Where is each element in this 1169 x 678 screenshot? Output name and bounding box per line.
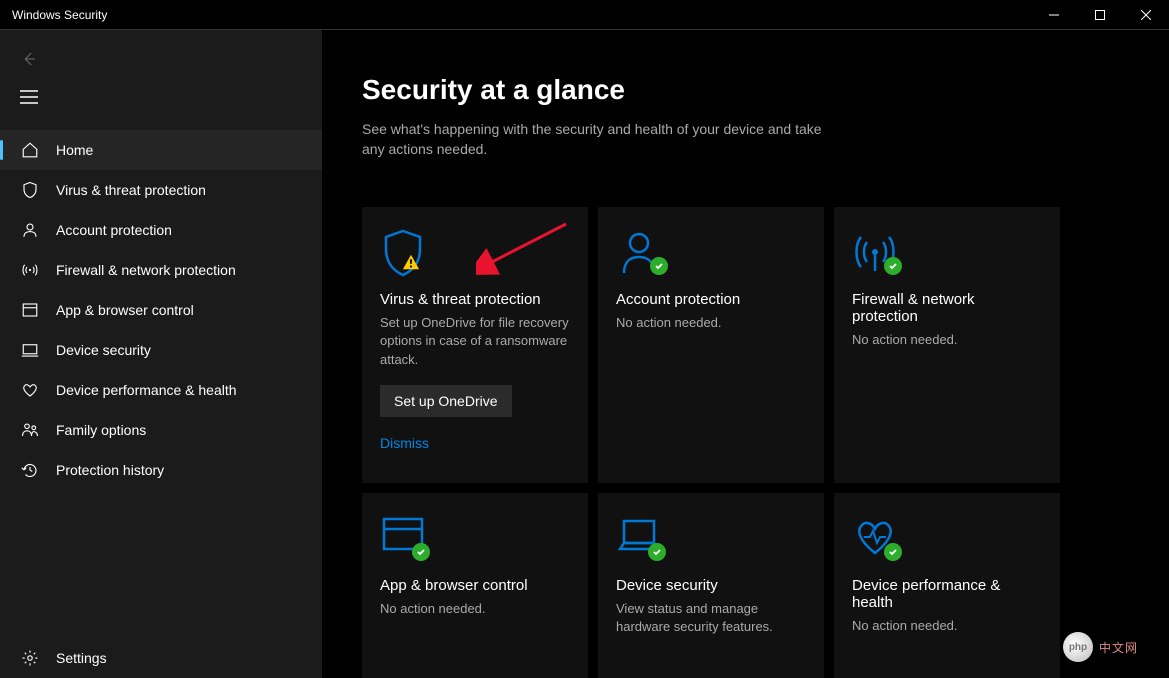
home-icon	[20, 140, 40, 160]
sidebar-item-label: Family options	[56, 422, 146, 438]
card-desc: No action needed.	[616, 314, 806, 332]
history-icon	[20, 460, 40, 480]
heart-icon	[20, 380, 40, 400]
page-subtitle: See what's happening with the security a…	[362, 120, 822, 159]
card-virus-threat[interactable]: Virus & threat protection Set up OneDriv…	[362, 207, 588, 483]
setup-onedrive-button[interactable]: Set up OneDrive	[380, 385, 512, 417]
sidebar-item-label: Settings	[56, 650, 107, 666]
card-title: Account protection	[616, 291, 806, 308]
minimize-button[interactable]	[1031, 0, 1077, 29]
card-device-performance[interactable]: Device performance & health No action ne…	[834, 493, 1060, 678]
sidebar-item-label: Firewall & network protection	[56, 262, 236, 278]
antenna-icon	[20, 260, 40, 280]
card-desc: No action needed.	[852, 331, 1042, 349]
check-badge-icon	[650, 257, 668, 275]
check-badge-icon	[884, 543, 902, 561]
card-firewall[interactable]: Firewall & network protection No action …	[834, 207, 1060, 483]
heart-ok-icon	[852, 515, 1042, 565]
maximize-button[interactable]	[1077, 0, 1123, 29]
laptop-ok-icon	[616, 515, 806, 565]
antenna-ok-icon	[852, 229, 1042, 279]
warning-badge-icon	[402, 253, 420, 271]
watermark-logo: php	[1063, 632, 1093, 662]
sidebar-item-app[interactable]: App & browser control	[0, 290, 322, 330]
card-desc: Set up OneDrive for file recovery option…	[380, 314, 570, 369]
sidebar-item-label: Protection history	[56, 462, 164, 478]
shield-icon	[20, 180, 40, 200]
titlebar: Windows Security	[0, 0, 1169, 30]
browser-icon	[20, 300, 40, 320]
sidebar-item-performance[interactable]: Device performance & health	[0, 370, 322, 410]
watermark: php 中文网	[1063, 632, 1159, 662]
person-icon	[20, 220, 40, 240]
card-device-security[interactable]: Device security View status and manage h…	[598, 493, 824, 678]
close-button[interactable]	[1123, 0, 1169, 29]
sidebar-item-virus[interactable]: Virus & threat protection	[0, 170, 322, 210]
sidebar-item-label: Device performance & health	[56, 382, 237, 398]
browser-ok-icon	[380, 515, 570, 565]
card-account-protection[interactable]: Account protection No action needed.	[598, 207, 824, 483]
sidebar-item-home[interactable]: Home	[0, 130, 322, 170]
check-badge-icon	[884, 257, 902, 275]
watermark-text: 中文网	[1099, 639, 1138, 656]
card-title: Virus & threat protection	[380, 291, 570, 308]
card-title: Firewall & network protection	[852, 291, 1042, 325]
page-title: Security at a glance	[362, 74, 1169, 106]
family-icon	[20, 420, 40, 440]
card-title: Device performance & health	[852, 577, 1042, 611]
sidebar-item-account[interactable]: Account protection	[0, 210, 322, 250]
check-badge-icon	[648, 543, 666, 561]
window-controls	[1031, 0, 1169, 29]
sidebar-item-label: Account protection	[56, 222, 172, 238]
back-button[interactable]	[20, 42, 60, 76]
sidebar-item-label: Virus & threat protection	[56, 182, 206, 198]
card-desc: View status and manage hardware security…	[616, 600, 806, 636]
card-app-browser[interactable]: App & browser control No action needed.	[362, 493, 588, 678]
main-content: Security at a glance See what's happenin…	[322, 30, 1169, 678]
dismiss-link[interactable]: Dismiss	[380, 435, 429, 451]
card-desc: No action needed.	[852, 617, 1042, 635]
sidebar-item-family[interactable]: Family options	[0, 410, 322, 450]
check-badge-icon	[412, 543, 430, 561]
person-ok-icon	[616, 229, 806, 279]
sidebar-item-label: App & browser control	[56, 302, 194, 318]
gear-icon	[20, 648, 40, 668]
sidebar-item-label: Home	[56, 142, 93, 158]
sidebar-item-device-security[interactable]: Device security	[0, 330, 322, 370]
sidebar-item-history[interactable]: Protection history	[0, 450, 322, 490]
sidebar-item-label: Device security	[56, 342, 151, 358]
card-title: Device security	[616, 577, 806, 594]
card-desc: No action needed.	[380, 600, 570, 618]
shield-warning-icon	[380, 229, 570, 279]
window-title: Windows Security	[12, 8, 107, 22]
sidebar-item-firewall[interactable]: Firewall & network protection	[0, 250, 322, 290]
sidebar: Home Virus & threat protection Account p…	[0, 30, 322, 678]
hamburger-button[interactable]	[20, 80, 60, 114]
chip-icon	[20, 340, 40, 360]
sidebar-item-settings[interactable]: Settings	[0, 638, 322, 678]
card-title: App & browser control	[380, 577, 570, 594]
